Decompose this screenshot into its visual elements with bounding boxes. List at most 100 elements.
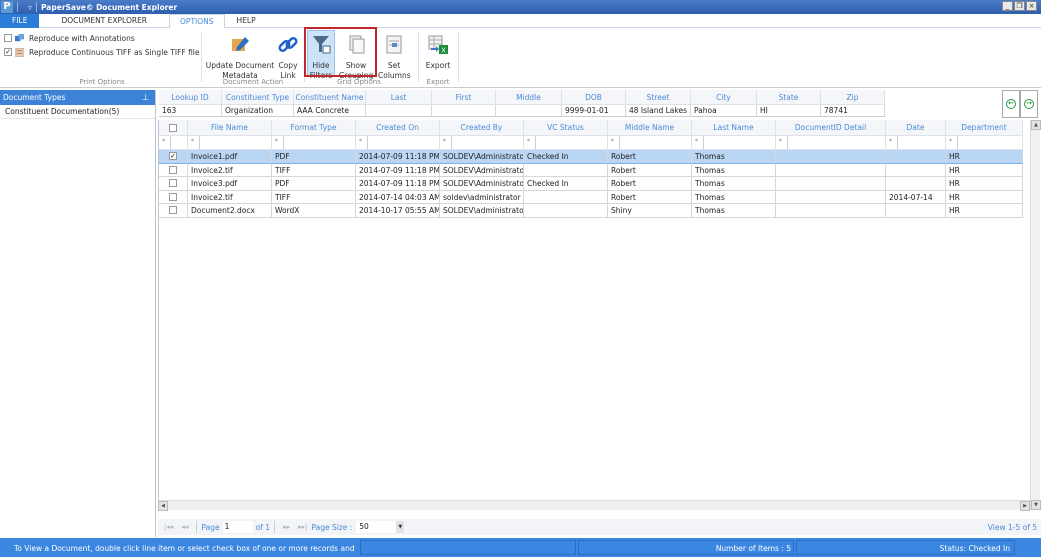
svg-text:X: X xyxy=(441,47,446,55)
select-all-checkbox[interactable] xyxy=(169,123,177,132)
scroll-down-icon[interactable]: ▼ xyxy=(1031,500,1041,510)
table-cell: Invoice1.pdf xyxy=(188,150,272,164)
grid-column-header[interactable]: Created On xyxy=(356,120,440,136)
table-row[interactable]: Invoice2.tif TIFF 2014-07-09 11:18 PM SOLDE… xyxy=(159,163,1030,177)
tab-options[interactable]: OPTIONS xyxy=(169,14,225,29)
filter-input[interactable] xyxy=(897,136,945,149)
row-checkbox[interactable] xyxy=(169,179,177,188)
grid-column-header[interactable]: Format Type xyxy=(272,120,356,136)
row-checkbox[interactable]: ✓ xyxy=(169,152,177,161)
filter-input[interactable] xyxy=(703,136,775,149)
constituent-value xyxy=(432,105,496,117)
table-cell xyxy=(886,163,946,177)
close-button[interactable]: × xyxy=(1026,1,1037,11)
next-page-icon[interactable]: ▸▸ xyxy=(283,523,290,531)
filter-operator-icon[interactable]: * xyxy=(443,138,446,145)
reproduce-annotations-option[interactable]: Reproduce with Annotations xyxy=(4,32,200,44)
filter-operator-icon[interactable]: * xyxy=(527,138,530,145)
page-size-select[interactable]: 50 ▼ xyxy=(356,521,405,533)
table-cell: 2014-10-17 05:55 AM xyxy=(356,204,440,218)
constituent-column-header: Street xyxy=(626,90,691,105)
title-separator xyxy=(36,2,38,12)
previous-page-icon[interactable]: ◂◂ xyxy=(181,523,188,531)
filter-operator-icon[interactable]: * xyxy=(949,138,952,145)
row-checkbox[interactable] xyxy=(169,165,177,174)
table-cell: PDF xyxy=(272,150,356,164)
quick-access-dropdown-icon[interactable]: ▿ xyxy=(28,3,32,12)
horizontal-scrollbar[interactable]: ◀ ▶ xyxy=(158,500,1030,511)
table-cell: Robert xyxy=(608,177,692,191)
constituent-column-header: First xyxy=(432,90,496,105)
minimize-button[interactable]: _ xyxy=(1002,1,1013,11)
export-label: Export xyxy=(426,78,450,86)
set-columns-button[interactable]: Set Columns xyxy=(378,30,411,81)
constituent-value xyxy=(366,105,432,117)
tab-document-explorer[interactable]: DOCUMENT EXPLORER xyxy=(39,14,169,28)
grid-column-header[interactable]: Middle Name xyxy=(608,120,692,136)
filter-operator-icon[interactable]: * xyxy=(162,138,165,145)
filter-operator-icon[interactable]: * xyxy=(275,138,278,145)
filter-operator-icon[interactable]: * xyxy=(889,138,892,145)
reproduce-annotations-checkbox[interactable] xyxy=(4,34,12,42)
row-checkbox[interactable] xyxy=(169,206,177,215)
grid-column-header[interactable]: DocumentID Detail xyxy=(776,120,886,136)
last-page-icon[interactable]: ▸▸| xyxy=(298,523,307,531)
grid-column-header[interactable]: Department xyxy=(946,120,1023,136)
filter-operator-icon[interactable]: * xyxy=(359,138,362,145)
grid-filter-cell: * xyxy=(886,136,946,150)
grid-column-header[interactable]: Last Name xyxy=(692,120,776,136)
grid-column-header[interactable]: VC Status xyxy=(524,120,608,136)
filter-input[interactable] xyxy=(451,136,523,149)
restore-button[interactable]: ❐ xyxy=(1014,1,1025,11)
reproduce-tiff-checkbox[interactable]: ✓ xyxy=(4,48,12,56)
chevron-down-icon[interactable]: ▼ xyxy=(396,521,405,533)
table-row[interactable]: Document2.docx WordX 2014-10-17 05:55 AM SO… xyxy=(159,204,1030,218)
tab-file[interactable]: FILE xyxy=(0,14,40,28)
tiff-icon xyxy=(15,47,24,57)
table-cell: 2014-07-09 11:18 PM xyxy=(356,150,440,164)
filter-input[interactable] xyxy=(367,136,439,149)
table-row[interactable]: Invoice3.pdf PDF 2014-07-09 11:18 PM SOLDEV… xyxy=(159,177,1030,191)
filter-input[interactable] xyxy=(170,136,187,149)
filter-input[interactable] xyxy=(957,136,1022,149)
copy-link-button[interactable]: Copy Link xyxy=(276,30,300,81)
next-constituent-button[interactable]: → xyxy=(1020,90,1038,118)
filter-input[interactable] xyxy=(535,136,607,149)
scroll-left-icon[interactable]: ◀ xyxy=(158,501,168,511)
constituent-value: 48 Island Lakes Sh xyxy=(626,105,691,117)
previous-constituent-button[interactable]: ← xyxy=(1002,90,1020,118)
table-row[interactable]: Invoice2.tif TIFF 2014-07-14 04:03 AM solde… xyxy=(159,190,1030,204)
filter-input[interactable] xyxy=(199,136,271,149)
grid-column-header[interactable]: File Name xyxy=(188,120,272,136)
tab-help[interactable]: HELP xyxy=(225,14,268,28)
filter-input[interactable] xyxy=(619,136,691,149)
filter-input[interactable] xyxy=(283,136,355,149)
filter-operator-icon[interactable]: * xyxy=(695,138,698,145)
vertical-scrollbar[interactable]: ▲ ▼ xyxy=(1030,120,1041,510)
filter-operator-icon[interactable]: * xyxy=(779,138,782,145)
first-page-icon[interactable]: |◂◂ xyxy=(164,523,173,531)
pager: |◂◂ ◂◂ Page 1 of 1 ▸▸ ▸▸| Page Size : 50… xyxy=(158,519,1041,535)
document-type-item[interactable]: Constituent Documentation(5) xyxy=(0,105,155,119)
grid-column-header[interactable]: Date xyxy=(886,120,946,136)
row-checkbox[interactable] xyxy=(169,192,177,201)
export-button[interactable]: X Export xyxy=(422,30,454,71)
pin-icon[interactable]: ⊥ xyxy=(142,90,149,105)
update-metadata-button[interactable]: Update Document Metadata xyxy=(205,30,275,81)
grid-filter-cell: * xyxy=(272,136,356,150)
table-row[interactable]: ✓ Invoice1.pdf PDF 2014-07-09 11:18 PM SOLDE… xyxy=(159,150,1030,164)
constituent-value-row: 163 Organization AAA Concrete 9999-01-01 48 … xyxy=(159,105,899,117)
filter-operator-icon[interactable]: * xyxy=(611,138,614,145)
scroll-up-icon[interactable]: ▲ xyxy=(1031,120,1041,130)
page-size-label: Page Size : xyxy=(311,522,353,532)
status-bar: To View a Document, double click line it… xyxy=(0,538,1041,557)
table-cell: Document2.docx xyxy=(188,204,272,218)
reproduce-tiff-option[interactable]: ✓ Reproduce Continuous TIFF as Single TI… xyxy=(4,46,200,58)
scroll-right-icon[interactable]: ▶ xyxy=(1020,501,1030,511)
grid-column-header[interactable]: Created By xyxy=(440,120,524,136)
arrow-left-circle-icon: ← xyxy=(1006,99,1016,109)
filter-input[interactable] xyxy=(787,136,885,149)
page-number-input[interactable]: 1 xyxy=(222,521,253,533)
table-cell: HR xyxy=(946,204,1023,218)
filter-operator-icon[interactable]: * xyxy=(191,138,194,145)
